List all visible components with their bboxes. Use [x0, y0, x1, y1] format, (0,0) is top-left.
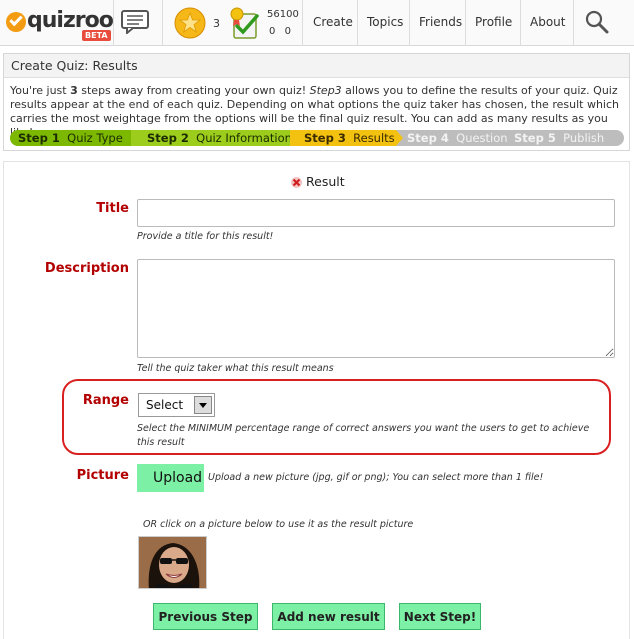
- quiz-scorecard-icon[interactable]: [228, 6, 262, 40]
- messages-icon[interactable]: [121, 10, 149, 34]
- step-2-label: Quiz Information: [196, 131, 292, 145]
- description-textarea[interactable]: [137, 259, 615, 358]
- nav-divider: [573, 0, 574, 46]
- range-selected-value: Select: [146, 398, 184, 412]
- result-heading: Result: [290, 174, 345, 189]
- points-b: 0: [284, 26, 291, 37]
- title-input[interactable]: [137, 199, 615, 227]
- result-heading-text: Result: [306, 174, 345, 189]
- step-5-label: Publish: [563, 131, 605, 145]
- intro-pre: You're just: [10, 84, 71, 97]
- range-dropdown-button[interactable]: [194, 396, 212, 414]
- intro-step-ref: Step3: [309, 84, 342, 97]
- logo-check-icon: [6, 12, 26, 32]
- next-step-button[interactable]: Next Step!: [399, 603, 481, 630]
- or-click-hint: OR click on a picture below to use it as…: [143, 519, 414, 530]
- portrait-image: [139, 537, 206, 588]
- range-label: Range: [82, 393, 129, 408]
- step-2-num: Step 2: [147, 131, 189, 145]
- step-5: Step 5 Publish: [506, 130, 604, 146]
- nav-divider: [113, 0, 114, 46]
- picture-label: Picture: [76, 468, 129, 483]
- nav-divider: [409, 0, 410, 46]
- create-quiz-panel: Create Quiz: Results You're just 3 steps…: [3, 53, 630, 151]
- quizroo-logo[interactable]: quizroo BETA: [6, 8, 114, 41]
- step-4: Step 4 Question: [391, 130, 508, 146]
- step-5-num: Step 5: [514, 131, 556, 145]
- nav-divider: [162, 0, 163, 46]
- nav-divider: [357, 0, 358, 46]
- step-4-num: Step 4: [407, 131, 449, 145]
- nav-divider: [465, 0, 466, 46]
- top-nav-bar: quizroo BETA 3 56100 0 0 Create Topics F…: [0, 0, 634, 46]
- nav-friends[interactable]: Friends: [419, 15, 462, 29]
- upload-hint: Upload a new picture (jpg, gif or png); …: [208, 472, 544, 483]
- points-breakdown: 0 0: [269, 26, 291, 37]
- step-1[interactable]: Step 1 Quiz Type: [10, 130, 138, 146]
- step-1-label: Quiz Type: [67, 131, 123, 145]
- step-progress-bar: Step 1 Quiz Type Step 2 Quiz Information…: [10, 130, 624, 146]
- range-select[interactable]: Select: [138, 393, 215, 417]
- nav-divider: [520, 0, 521, 46]
- chevron-down-icon: [199, 403, 207, 408]
- star-count: 3: [213, 17, 220, 30]
- intro-step-count: 3: [70, 84, 78, 97]
- beta-badge: BETA: [82, 30, 111, 41]
- upload-button[interactable]: Upload: [137, 464, 204, 492]
- nav-profile[interactable]: Profile: [475, 15, 512, 29]
- intro-mid: steps away from creating your own quiz!: [77, 84, 310, 97]
- step-3-num: Step 3: [304, 131, 346, 145]
- nav-about[interactable]: About: [530, 15, 565, 29]
- points-a: 0: [269, 26, 276, 37]
- description-hint: Tell the quiz taker what this result mea…: [137, 363, 334, 374]
- step-3[interactable]: Step 3 Results: [290, 130, 396, 146]
- nav-divider: [302, 0, 303, 46]
- title-label: Title: [96, 201, 129, 216]
- step-1-num: Step 1: [18, 131, 60, 145]
- previous-step-button[interactable]: Previous Step: [153, 603, 258, 630]
- step-2[interactable]: Step 2 Quiz Information: [131, 130, 297, 146]
- step-3-label: Results: [353, 131, 395, 145]
- nav-topics[interactable]: Topics: [367, 15, 403, 29]
- title-hint: Provide a title for this result!: [137, 231, 274, 242]
- star-points-icon[interactable]: [174, 7, 206, 39]
- description-label: Description: [44, 261, 129, 276]
- result-picture-thumbnail[interactable]: [138, 536, 207, 589]
- nav-create[interactable]: Create: [313, 15, 353, 29]
- panel-title: Create Quiz: Results: [4, 54, 629, 78]
- add-new-result-button[interactable]: Add new result: [272, 603, 385, 630]
- range-hint: Select the MINIMUM percentage range of c…: [137, 423, 590, 448]
- step-4-label: Question: [456, 131, 508, 145]
- search-icon[interactable]: [585, 10, 609, 34]
- points-total: 56100: [267, 9, 299, 20]
